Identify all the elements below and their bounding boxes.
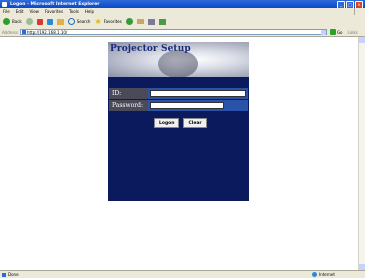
- toolbar: Back Search ★ Favorites: [0, 15, 365, 28]
- stop-icon[interactable]: [36, 18, 43, 25]
- menu-help[interactable]: Help: [85, 9, 94, 14]
- media-icon[interactable]: [125, 18, 133, 25]
- print-icon[interactable]: [147, 18, 155, 25]
- password-row: Password:: [109, 100, 248, 111]
- mail-icon[interactable]: [136, 19, 144, 24]
- banner-image: Projector Setup: [108, 42, 249, 77]
- scroll-up-icon[interactable]: [359, 37, 365, 43]
- password-input[interactable]: [150, 102, 224, 109]
- id-label: ID:: [109, 88, 148, 99]
- menu-favorites[interactable]: Favorites: [45, 9, 63, 14]
- address-label: Address: [2, 29, 18, 35]
- page-icon: [21, 30, 26, 34]
- address-bar: Address http://192.168.1.10/ Go Links: [0, 28, 365, 37]
- home-icon[interactable]: [56, 18, 64, 25]
- id-row: ID:: [109, 88, 248, 99]
- ie-icon: [2, 1, 7, 7]
- projector-graphic: [158, 50, 198, 77]
- address-input[interactable]: http://192.168.1.10/: [19, 29, 327, 35]
- menu-tools[interactable]: Tools: [69, 9, 79, 14]
- page-done-icon: [2, 272, 6, 277]
- window-titlebar: Logon - Microsoft Internet Explorer _ □ …: [0, 0, 365, 9]
- dropdown-arrow-icon[interactable]: [320, 30, 326, 35]
- go-button[interactable]: Go: [329, 29, 343, 35]
- messenger-icon[interactable]: [158, 18, 166, 25]
- search-button[interactable]: Search: [67, 18, 91, 25]
- id-input[interactable]: [150, 90, 246, 97]
- logon-button[interactable]: Logon: [154, 118, 180, 128]
- security-zone: Internet: [312, 272, 335, 277]
- globe-icon: [312, 272, 317, 277]
- back-arrow-icon: [3, 18, 10, 25]
- vertical-scrollbar[interactable]: [358, 37, 365, 270]
- status-text: Done: [8, 272, 19, 277]
- favorites-button[interactable]: ★ Favorites: [94, 17, 122, 26]
- clear-button[interactable]: Clear: [183, 118, 207, 128]
- address-url: http://192.168.1.10/: [26, 29, 68, 35]
- window-title: Logon - Microsoft Internet Explorer: [10, 1, 100, 7]
- links-button[interactable]: Links: [347, 30, 357, 35]
- windows-logo-icon: [354, 8, 363, 15]
- menu-view[interactable]: View: [29, 9, 39, 14]
- search-label: Search: [76, 19, 91, 24]
- search-icon: [67, 18, 75, 25]
- star-icon: ★: [94, 17, 102, 26]
- back-button[interactable]: Back: [3, 18, 22, 25]
- go-label: Go: [336, 29, 343, 35]
- refresh-icon[interactable]: [46, 18, 53, 25]
- forward-arrow-icon[interactable]: [25, 18, 33, 25]
- menu-file[interactable]: File: [3, 9, 10, 14]
- favorites-label: Favorites: [103, 19, 122, 24]
- back-label: Back: [12, 19, 22, 24]
- page-title: Projector Setup: [110, 44, 191, 54]
- zone-label: Internet: [319, 272, 335, 277]
- login-panel: Projector Setup ID: Password: Logon Clea…: [108, 42, 249, 201]
- go-arrow-icon: [329, 29, 336, 35]
- password-label: Password:: [109, 100, 148, 111]
- menu-edit[interactable]: Edit: [16, 9, 24, 14]
- menu-bar: File Edit View Favorites Tools Help: [0, 8, 365, 15]
